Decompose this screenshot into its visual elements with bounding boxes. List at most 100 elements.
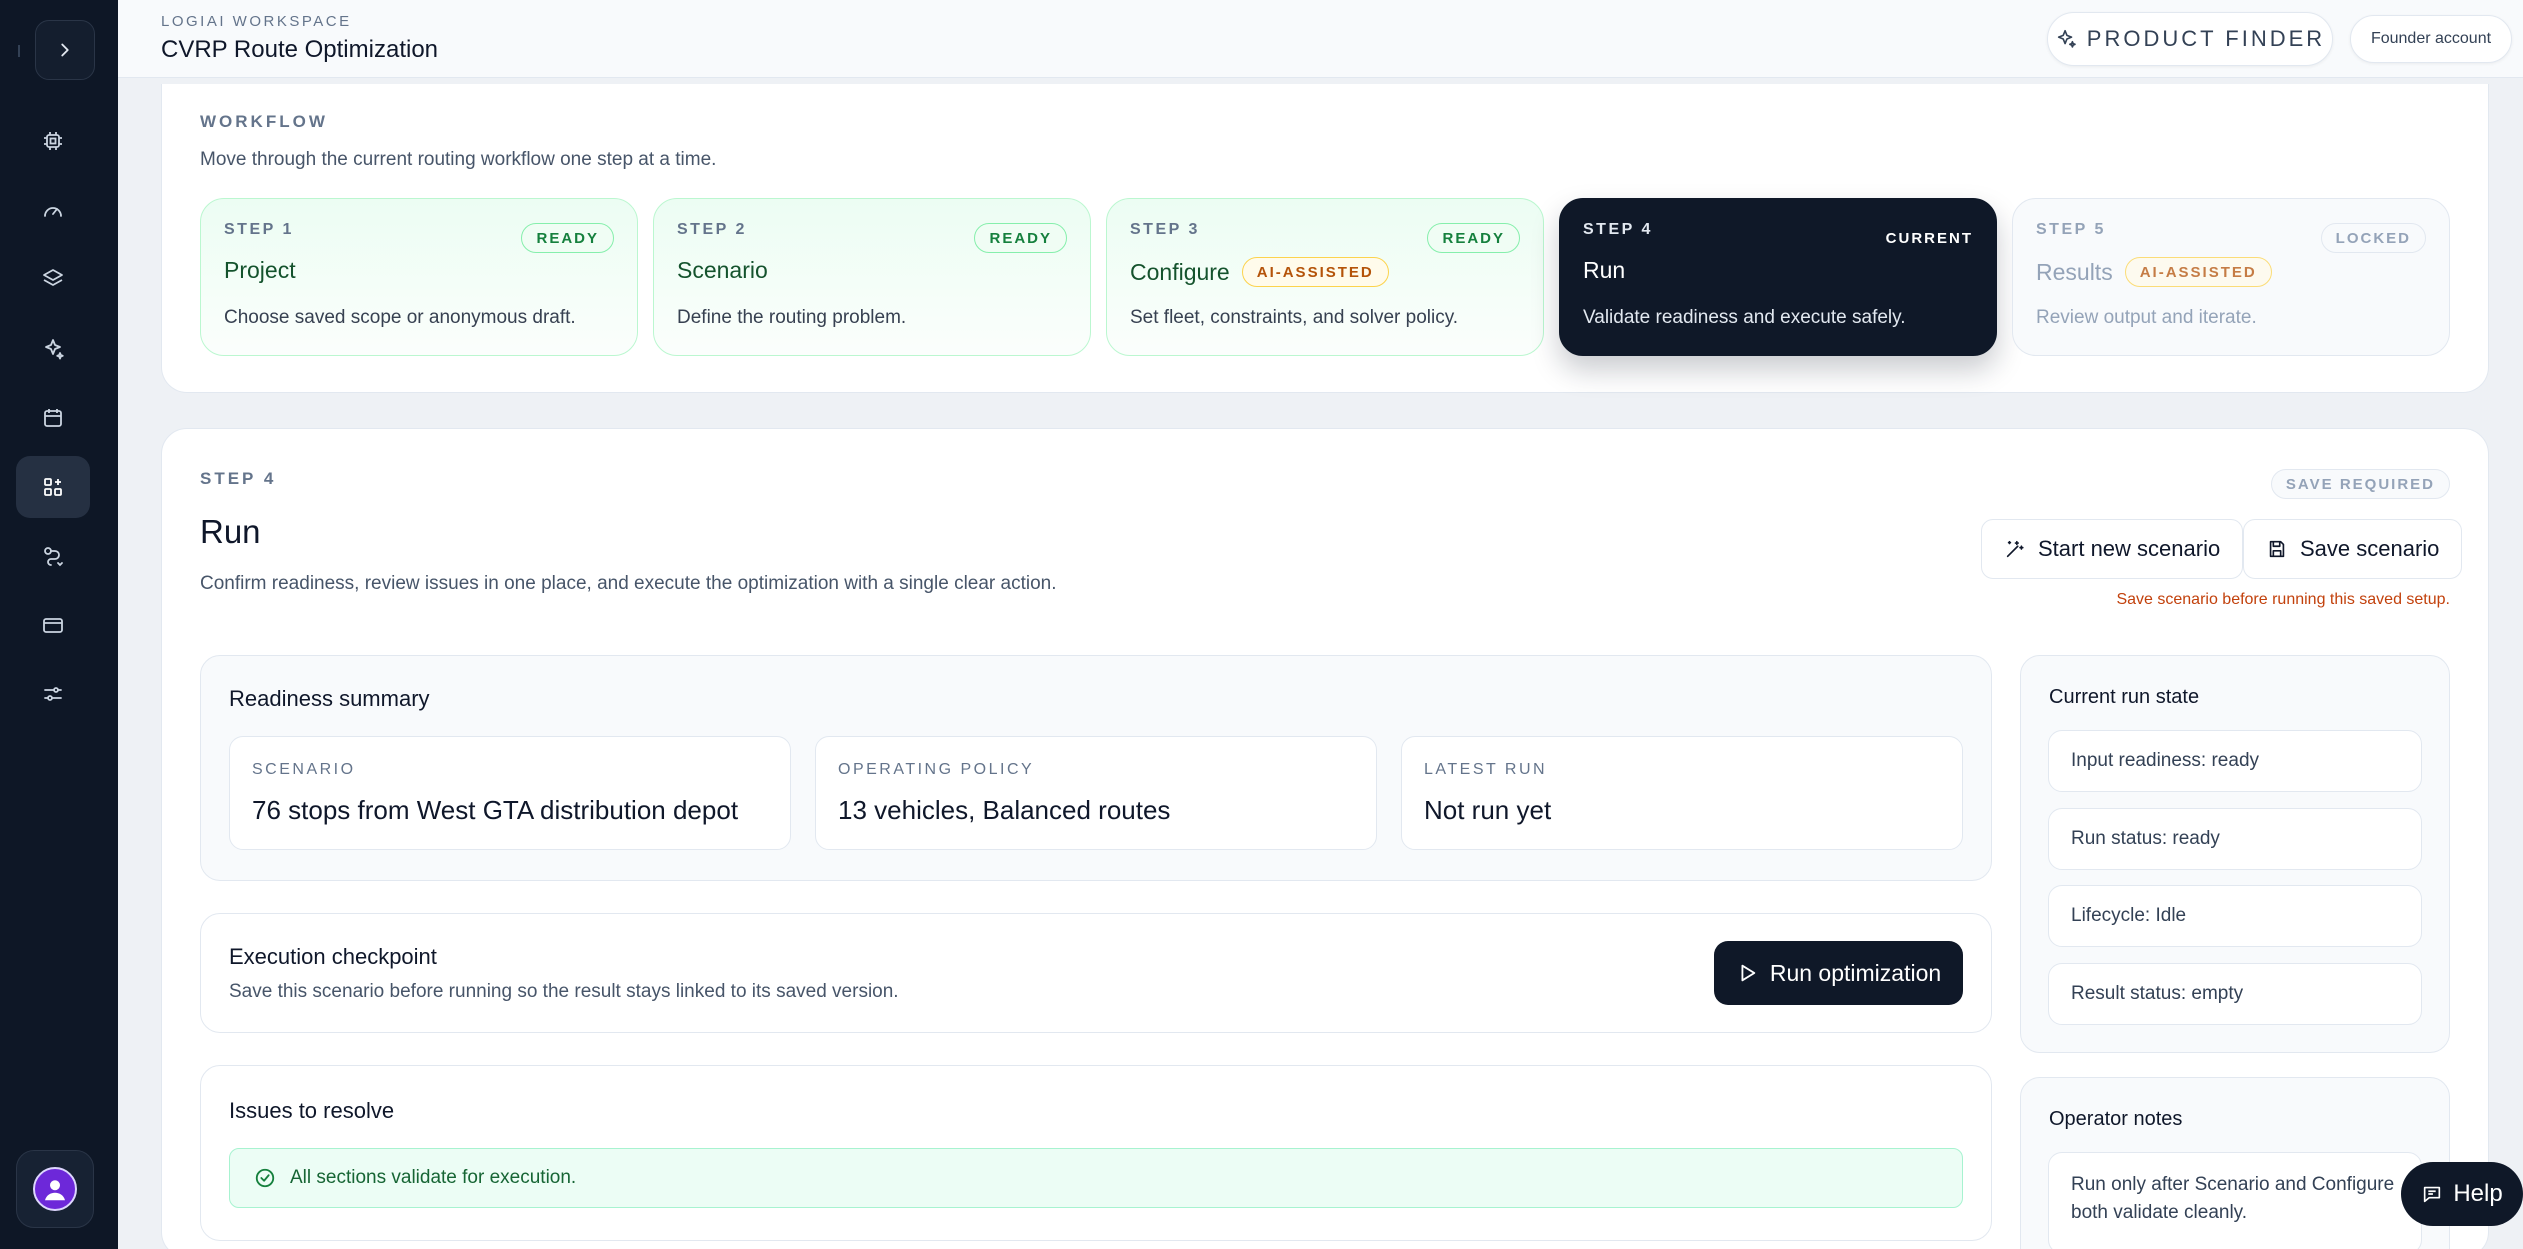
product-finder-button[interactable]: PRODUCT FINDER xyxy=(2047,12,2333,66)
sidebar-item-settings[interactable] xyxy=(16,663,90,725)
summary-operating-policy: OPERATING POLICY 13 vehicles, Balanced r… xyxy=(815,736,1377,850)
avatar xyxy=(33,1167,77,1211)
run-step-card: STEP 4 Run Confirm readiness, review iss… xyxy=(161,428,2489,1249)
status-badge: CURRENT xyxy=(1885,229,1973,247)
issues-title: Issues to resolve xyxy=(229,1098,395,1123)
step-name: Scenario xyxy=(677,257,768,283)
section-title: Run xyxy=(200,513,261,550)
execution-checkpoint-panel: Execution checkpoint Save this scenario … xyxy=(200,913,1992,1033)
help-button[interactable]: Help xyxy=(2401,1162,2523,1226)
workflow-label: WORKFLOW xyxy=(200,112,328,131)
step-name: Configure xyxy=(1130,258,1230,285)
workflow-step-configure[interactable]: STEP 3 READY Configure AI-ASSISTED Set f… xyxy=(1106,198,1544,356)
checkpoint-description: Save this scenario before running so the… xyxy=(229,981,899,1002)
lifecycle-item: Lifecycle: Idle xyxy=(2048,885,2422,947)
sidebar-item-routes[interactable] xyxy=(16,525,90,587)
account-button[interactable]: Founder account xyxy=(2350,15,2512,63)
validation-success-text: All sections validate for execution. xyxy=(290,1167,577,1188)
section-subtitle: Confirm readiness, review issues in one … xyxy=(200,573,1057,594)
summary-key: OPERATING POLICY xyxy=(838,761,1035,778)
step-name: Results xyxy=(2036,258,2113,285)
summary-key: LATEST RUN xyxy=(1424,761,1548,778)
sidebar-toggle-button[interactable] xyxy=(35,20,95,80)
readiness-summary-title: Readiness summary xyxy=(229,686,430,711)
chevron-right-icon xyxy=(61,43,69,57)
summary-value: 13 vehicles, Balanced routes xyxy=(838,795,1171,825)
help-label: Help xyxy=(2453,1180,2503,1207)
step-description: Set fleet, constraints, and solver polic… xyxy=(1130,307,1459,328)
sidebar-item-billing[interactable] xyxy=(16,594,90,656)
user-avatar-icon xyxy=(45,1180,65,1201)
top-header: LOGIAI WORKSPACE CVRP Route Optimization… xyxy=(118,0,2523,78)
sidebar-item-optimization[interactable] xyxy=(16,456,90,518)
start-new-scenario-label: Start new scenario xyxy=(2038,536,2221,561)
operator-notes-panel: Operator notes Run only after Scenario a… xyxy=(2020,1077,2450,1249)
calendar-icon xyxy=(44,409,62,427)
sliders-icon xyxy=(44,687,62,701)
sparkles-icon xyxy=(2055,28,2077,50)
save-scenario-label: Save scenario xyxy=(2300,536,2440,561)
grid-plus-icon xyxy=(44,478,62,496)
workflow-step-run[interactable]: STEP 4 CURRENT Run Validate readiness an… xyxy=(1559,198,1997,356)
save-warning: Save scenario before running this saved … xyxy=(2116,591,2450,608)
sparkles-icon xyxy=(45,339,64,360)
readiness-summary-panel: Readiness summary SCENARIO 76 stops from… xyxy=(200,655,1992,881)
summary-key: SCENARIO xyxy=(252,761,356,778)
workflow-step-scenario[interactable]: STEP 2 READY Scenario Define the routing… xyxy=(653,198,1091,356)
layers-icon xyxy=(43,269,63,286)
page-title: CVRP Route Optimization xyxy=(161,36,439,63)
workspace-label: LOGIAI WORKSPACE xyxy=(161,13,352,30)
validation-success-message: All sections validate for execution. xyxy=(229,1148,1963,1208)
start-new-scenario-button[interactable]: Start new scenario xyxy=(1981,519,2244,579)
sidebar-grip xyxy=(18,45,20,57)
save-icon xyxy=(2266,538,2288,560)
play-icon xyxy=(1736,962,1758,984)
step-description: Review output and iterate. xyxy=(2036,307,2257,328)
chat-icon xyxy=(2421,1183,2443,1205)
workflow-description: Move through the current routing workflo… xyxy=(200,149,717,170)
run-state-title: Current run state xyxy=(2049,686,2200,708)
cpu-icon xyxy=(44,132,62,150)
status-badge: READY xyxy=(521,223,614,253)
gauge-icon xyxy=(44,207,62,217)
step-label: STEP 4 xyxy=(200,469,277,488)
summary-scenario: SCENARIO 76 stops from West GTA distribu… xyxy=(229,736,791,850)
checkpoint-title: Execution checkpoint xyxy=(229,944,437,969)
sidebar-item-dashboard[interactable] xyxy=(16,180,90,242)
summary-latest-run: LATEST RUN Not run yet xyxy=(1401,736,1963,850)
sidebar-item-cpu[interactable] xyxy=(16,110,90,172)
user-avatar-button[interactable] xyxy=(16,1150,94,1228)
run-status-item: Run status: ready xyxy=(2048,808,2422,870)
sidebar xyxy=(0,0,118,1249)
status-badge: READY xyxy=(1427,223,1520,253)
summary-value: Not run yet xyxy=(1424,795,1552,825)
step-description: Choose saved scope or anonymous draft. xyxy=(224,307,576,328)
route-icon xyxy=(44,547,63,567)
save-scenario-button[interactable]: Save scenario xyxy=(2243,519,2463,579)
check-circle-icon xyxy=(254,1167,276,1189)
run-optimization-button[interactable]: Run optimization xyxy=(1714,941,1963,1005)
operator-notes-title: Operator notes xyxy=(2049,1108,2183,1130)
sidebar-item-layers[interactable] xyxy=(16,248,90,310)
input-readiness-item: Input readiness: ready xyxy=(2048,730,2422,792)
status-badge: READY xyxy=(974,223,1067,253)
step-name: Run xyxy=(1583,257,1626,283)
workflow-step-results: STEP 5 LOCKED Results AI-ASSISTED Review… xyxy=(2012,198,2450,356)
step-description: Validate readiness and execute safely. xyxy=(1583,307,1906,328)
summary-value: 76 stops from West GTA distribution depo… xyxy=(252,795,739,825)
product-finder-label: PRODUCT FINDER xyxy=(2086,26,2326,51)
status-badge: LOCKED xyxy=(2320,223,2426,253)
workflow-card: WORKFLOW Move through the current routin… xyxy=(161,84,2489,393)
issues-panel: Issues to resolve All sections validate … xyxy=(200,1065,1992,1241)
run-optimization-label: Run optimization xyxy=(1769,959,1942,986)
ai-assisted-badge: AI-ASSISTED xyxy=(2124,257,2272,287)
sidebar-item-calendar[interactable] xyxy=(16,387,90,449)
operator-notes-text: Run only after Scenario and Configure bo… xyxy=(2048,1152,2422,1249)
result-status-item: Result status: empty xyxy=(2048,963,2422,1025)
step-name: Project xyxy=(224,257,296,283)
sidebar-item-ai[interactable] xyxy=(16,318,90,380)
step-description: Define the routing problem. xyxy=(677,307,907,328)
current-run-state-panel: Current run state Input readiness: ready… xyxy=(2020,655,2450,1053)
magic-wand-icon xyxy=(2004,538,2026,560)
workflow-step-project[interactable]: STEP 1 READY Project Choose saved scope … xyxy=(200,198,638,356)
